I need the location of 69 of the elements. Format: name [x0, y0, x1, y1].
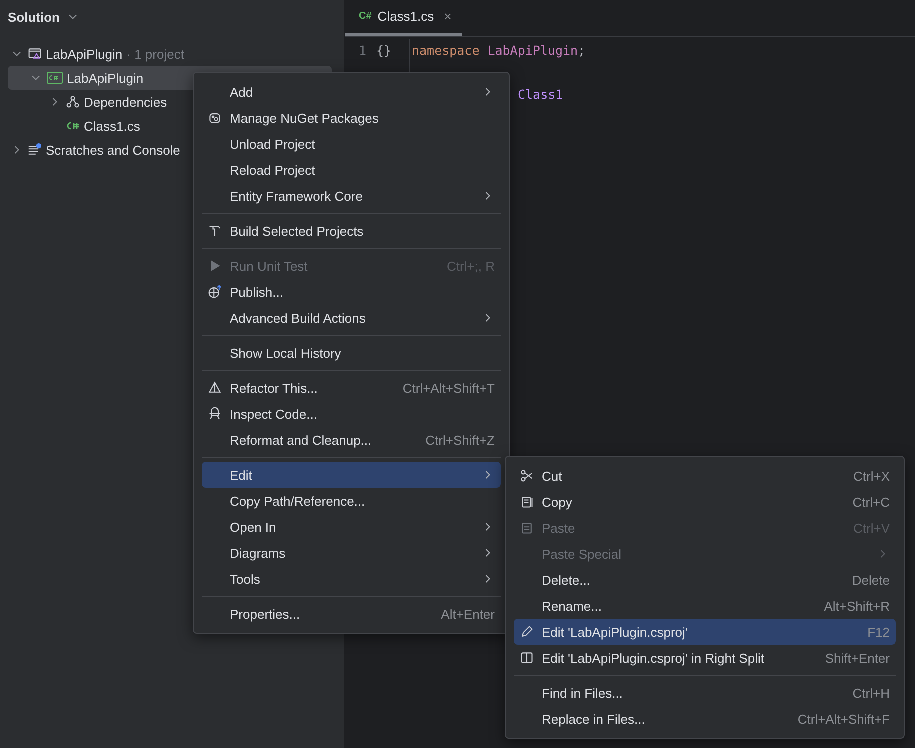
tree-item-label: Class1.cs: [84, 118, 140, 134]
code-token: namespace: [412, 42, 480, 58]
solution-icon: [28, 47, 42, 61]
shortcut-hint: Delete: [852, 572, 890, 588]
csharp-label: C#: [359, 11, 372, 22]
menu-item[interactable]: Reload Project: [202, 157, 501, 183]
refactor-icon: [208, 381, 222, 395]
shortcut-hint: F12: [868, 624, 890, 640]
menu-item[interactable]: Diagrams: [202, 540, 501, 566]
dependencies-icon: [66, 95, 80, 109]
split-view-icon: [520, 651, 534, 665]
hammer-icon: [208, 224, 222, 238]
menu-item[interactable]: Rename... Alt+Shift+R: [514, 593, 896, 619]
shortcut-hint: Ctrl+Alt+Shift+T: [402, 380, 495, 396]
menu-item[interactable]: Delete... Delete: [514, 567, 896, 593]
menu-item[interactable]: Properties... Alt+Enter: [202, 601, 501, 627]
menu-item[interactable]: Inspect Code...: [202, 401, 501, 427]
menu-item[interactable]: Cut Ctrl+X: [514, 463, 896, 489]
csharp-project-icon: [47, 71, 63, 85]
project-count: · 1 project: [126, 46, 184, 62]
code-token: Class1: [518, 86, 564, 102]
menu-item[interactable]: Publish...: [202, 279, 501, 305]
shortcut-hint: Ctrl+H: [852, 686, 890, 700]
scissors-icon: [520, 469, 534, 483]
menu-item[interactable]: Build Selected Projects: [202, 218, 501, 244]
menu-item[interactable]: Copy Ctrl+C: [514, 489, 896, 515]
menu-item[interactable]: Edit: [202, 462, 501, 488]
scratches-icon: [28, 143, 42, 157]
tree-item[interactable]: LabApiPlugin · 1 project: [8, 42, 332, 66]
tree-item-label: Dependencies: [84, 94, 168, 110]
menu-item[interactable]: Entity Framework Core: [202, 183, 501, 209]
shortcut-hint: Ctrl+X: [854, 468, 890, 484]
menu-item[interactable]: Show Local History: [202, 340, 501, 366]
shortcut-hint: Ctrl+C: [852, 494, 890, 510]
menu-item[interactable]: Find in Files... Ctrl+H: [514, 680, 896, 706]
tree-item-label: LabApiPlugin: [46, 46, 123, 62]
shortcut-hint: Ctrl+Shift+Z: [426, 432, 495, 448]
menu-item[interactable]: Tools: [202, 566, 501, 592]
shortcut-hint: Ctrl+Alt+Shift+F: [798, 712, 890, 726]
menu-item[interactable]: Reformat and Cleanup... Ctrl+Shift+Z: [202, 427, 501, 453]
globe-icon: [208, 285, 222, 299]
line-number: 1: [359, 42, 367, 58]
close-button[interactable]: ×: [444, 9, 452, 24]
pencil-icon: [520, 625, 534, 639]
csharp-file-icon: [66, 120, 80, 132]
shortcut-hint: Shift+Enter: [825, 650, 890, 666]
menu-item[interactable]: Edit 'LabApiPlugin.csproj' F12: [514, 619, 896, 645]
inspect-icon: [208, 407, 222, 421]
menu-item[interactable]: Manage NuGet Packages: [202, 105, 501, 131]
copy-icon: [520, 495, 534, 509]
editor-tab[interactable]: C# Class1.cs ×: [345, 0, 462, 36]
menu-item[interactable]: Replace in Files... Ctrl+Alt+Shift+F: [514, 706, 896, 732]
package-icon: [208, 111, 222, 125]
tree-item-label: Scratches and Console: [46, 142, 180, 158]
menu-item[interactable]: Open In: [202, 514, 501, 540]
menu-item[interactable]: Unload Project: [202, 131, 501, 157]
clipboard-icon: [520, 521, 534, 535]
tree-item-label: LabApiPlugin: [67, 70, 144, 86]
fold-marker[interactable]: {}: [376, 42, 392, 58]
menu-item[interactable]: Copy Path/Reference...: [202, 488, 501, 514]
menu-item[interactable]: Refactor This... Ctrl+Alt+Shift+T: [202, 375, 501, 401]
shortcut-hint: Alt+Enter: [441, 606, 495, 622]
code-token: LabApiPlugin: [488, 42, 578, 58]
menu-item[interactable]: Advanced Build Actions: [202, 305, 501, 331]
menu-item[interactable]: Edit 'LabApiPlugin.csproj' in Right Split Shift+Enter: [514, 645, 896, 671]
shortcut-hint: Alt+Shift+R: [824, 598, 890, 614]
code-token: ;: [578, 42, 586, 58]
tab-label: Class1.cs: [378, 9, 434, 24]
panel-title[interactable]: Solution: [8, 10, 60, 24]
